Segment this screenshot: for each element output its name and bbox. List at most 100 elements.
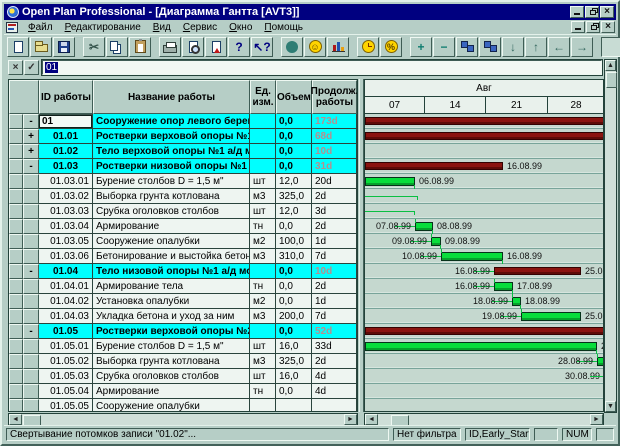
task-bar[interactable] [415,222,433,231]
cell-rowhdr [9,369,23,384]
paste-button[interactable] [129,37,151,57]
cut-button[interactable]: ✂ [83,37,105,57]
status-empty-2 [596,428,614,441]
move-left-button[interactable]: ← [548,37,570,57]
print-preview-button[interactable] [182,37,204,57]
update-data-button[interactable] [205,37,227,57]
table-row[interactable]: -01.05Ростверки верховой опоры №2 а/д0,0… [9,324,357,339]
print-button[interactable] [159,37,181,57]
close-button[interactable]: × [600,6,614,18]
percent-button[interactable]: % [380,37,402,57]
header-id[interactable]: ID работы [39,80,93,114]
task-bar[interactable] [521,312,581,321]
resource-button[interactable]: ☺ [304,37,326,57]
table-row[interactable]: -01.04Тело низовой опоры №1 а/д моста0,0… [9,264,357,279]
save-button[interactable] [53,37,75,57]
task-bar[interactable] [365,177,415,186]
task-bar[interactable] [365,342,597,351]
task-bar[interactable] [441,252,503,261]
help-button[interactable]: ? [228,37,250,57]
new-document-button[interactable] [7,37,29,57]
menu-item-5[interactable]: Окно [223,21,258,34]
table-row[interactable]: 01.04.03Укладка бетона и уход за нимм320… [9,309,357,324]
task-bar[interactable] [494,282,513,291]
link-activities-button[interactable] [456,37,478,57]
remove-activity-button[interactable]: − [433,37,455,57]
gantt-timescale: Авг 07142128 [365,80,603,114]
table-row[interactable]: +01.01Ростверки верховой опоры №1 а/д0,0… [9,129,357,144]
cell-unit: тн [250,384,276,399]
menu-item-4[interactable]: Сервис [177,21,223,34]
header-name[interactable]: Название работы [93,80,250,114]
restore-button[interactable] [585,6,599,18]
child-minimize-button[interactable] [571,21,585,33]
table-row[interactable]: 01.03.01Бурение столбов D = 1,5 м"шт12,0… [9,174,357,189]
bar-start-date: 10.08.99 [402,252,437,261]
task-bar[interactable] [597,357,603,366]
child-restore-button[interactable] [586,21,600,33]
table-row[interactable]: 01.03.05Сооружение опалубким2100,01d [9,234,357,249]
cell-exp[interactable]: + [23,129,39,144]
clock-button[interactable] [357,37,379,57]
child-close-button[interactable]: × [601,21,615,33]
table-row[interactable]: 01.05.02Выборка грунта котлованам3325,02… [9,354,357,369]
milestone-circle-button[interactable] [281,37,303,57]
scroll-up-icon[interactable]: ▲ [605,60,616,71]
histogram-button[interactable] [327,37,349,57]
cell-name: Выборка грунта котлована [93,354,250,369]
scroll-left-icon[interactable]: ◄ [9,414,22,425]
update-data-icon [212,41,221,53]
cell-exp[interactable]: - [23,159,39,174]
cell-exp[interactable]: - [23,324,39,339]
header-volume[interactable]: Объем [276,80,312,114]
menu-item-3[interactable]: Вид [147,21,177,34]
copy-button[interactable] [106,37,128,57]
cell-dur [312,399,357,412]
scroll-right-icon[interactable]: ► [344,414,357,425]
cell-rowhdr [9,174,23,189]
accept-edit-button[interactable]: ✓ [24,60,39,75]
table-row[interactable]: 01.03.04Армированиетн0,02d [9,219,357,234]
scroll-left-icon[interactable]: ◄ [365,414,378,425]
scroll-down-icon[interactable]: ▼ [605,401,616,412]
table-row[interactable]: 01.05.04Армированиетн0,04d [9,384,357,399]
menu-item-2[interactable]: Редактирование [59,21,147,34]
open-button[interactable] [30,37,52,57]
header-duration[interactable]: Продолж. работы [312,80,357,114]
menu-item-1[interactable]: Файл [22,21,59,34]
link-stub [512,294,513,298]
move-right-button[interactable]: → [571,37,593,57]
table-row[interactable]: -01.03Ростверки низовой опоры №1 а/д м0,… [9,159,357,174]
move-up-button[interactable]: ↑ [525,37,547,57]
cell-exp [23,249,39,264]
id-edit-box[interactable]: 01 [39,115,92,128]
unlink-activities-button[interactable] [479,37,501,57]
menu-item-6[interactable]: Помощь [258,21,309,34]
scroll-right-icon[interactable]: ► [590,414,603,425]
gantt-vscrollbar[interactable]: ▲ ▼ [604,59,617,413]
move-down-button[interactable]: ↓ [502,37,524,57]
mdi-child-icon[interactable] [6,22,18,33]
table-row[interactable]: 01.05.01Бурение столбов D = 1,5 м"шт16,0… [9,339,357,354]
table-row[interactable]: 01.03.03Срубка оголовков столбовшт12,03d [9,204,357,219]
header-unit[interactable]: Ед. изм. [250,80,276,114]
cell-edit-input[interactable]: 01 [42,60,602,75]
table-row[interactable]: +01.02Тело верховой опоры №1 а/д моста0,… [9,144,357,159]
cell-exp[interactable]: - [23,114,39,129]
minimize-button[interactable] [570,6,584,18]
scroll-thumb[interactable] [606,72,617,88]
table-row[interactable]: 01.03.06Бетонирование и выстойка бетонам… [9,249,357,264]
cell-vol: 0,0 [276,219,312,234]
gantt-view-button[interactable] [601,37,620,57]
table-row[interactable]: 01.04.02Установка опалубким20,01d [9,294,357,309]
table-row[interactable]: 01.03.02Выборка грунта котлованам3325,02… [9,189,357,204]
cancel-edit-button[interactable]: × [8,60,23,75]
cell-exp[interactable]: + [23,144,39,159]
table-row[interactable]: -01Сооружение опор левого берега0,0173d [9,114,357,129]
table-row[interactable]: 01.05.05Сооружение опалубки [9,399,357,412]
context-help-button[interactable]: ↖? [251,37,273,57]
table-row[interactable]: 01.05.03Срубка оголовков столбовшт16,04d [9,369,357,384]
cell-exp[interactable]: - [23,264,39,279]
add-activity-button[interactable]: + [410,37,432,57]
table-row[interactable]: 01.04.01Армирование телатн0,02d [9,279,357,294]
